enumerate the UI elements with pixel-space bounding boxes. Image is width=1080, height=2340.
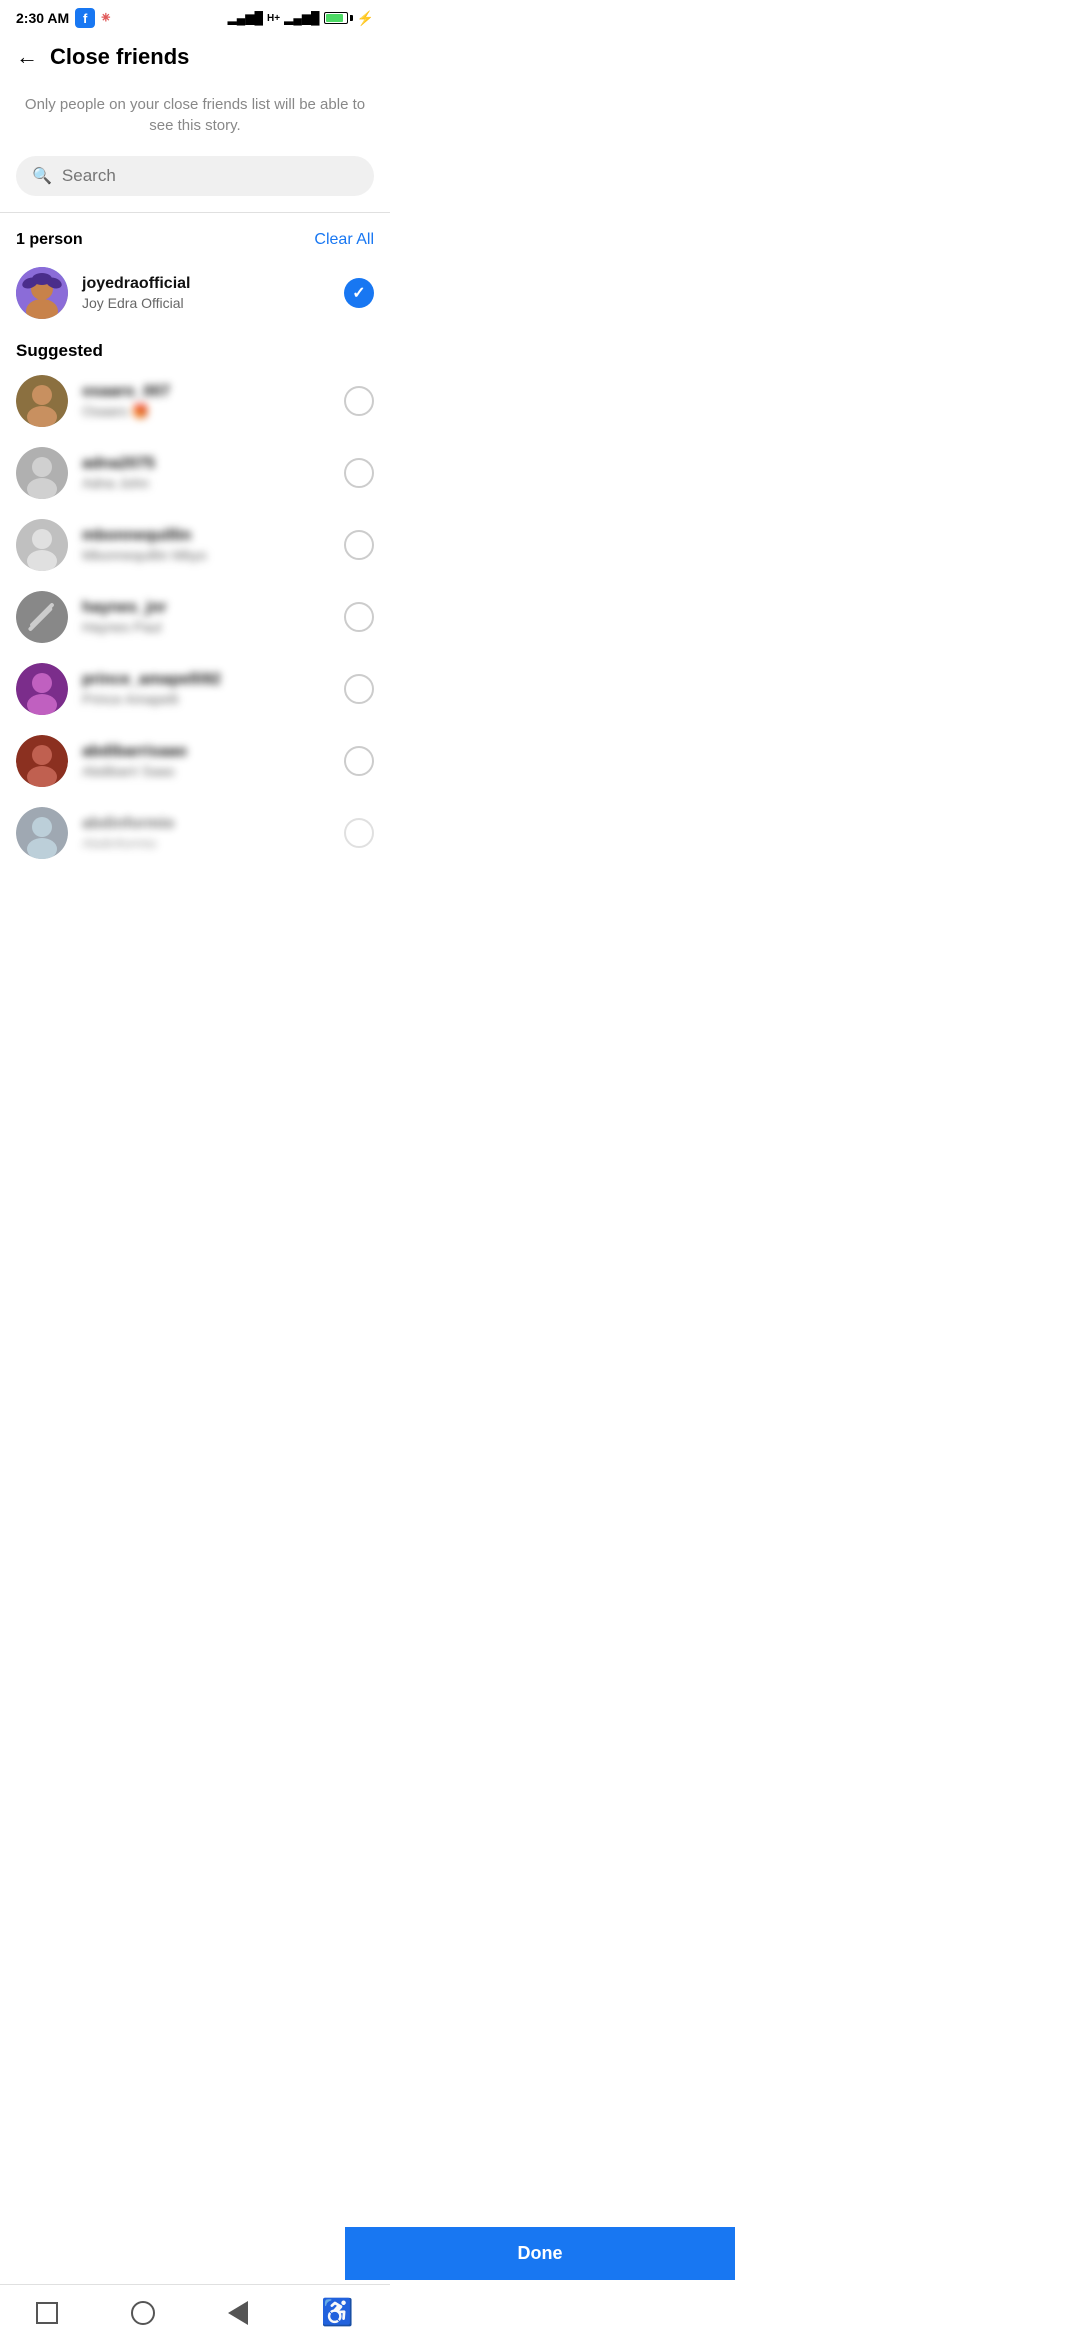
page-title: Close friends (50, 44, 189, 70)
person-info: abdibarrisaao Abdibarri Saao (82, 743, 344, 779)
scroll-area: 1 person Clear All joyedraofficial Joy E… (0, 221, 390, 999)
person-display-name: Joy Edra Official (82, 295, 344, 311)
hplus-icon: H+ (267, 13, 280, 24)
bottom-nav: ♿ (0, 2284, 390, 2340)
avatar (16, 267, 68, 319)
square-icon (36, 2302, 58, 2324)
person-info: adna2075 Adna John (82, 455, 344, 491)
status-right-icons: ▂▄▆█ H+ ▂▄▆█ ⚡ (228, 10, 374, 27)
search-input[interactable] (62, 166, 358, 186)
person-display-name: Haynes Paul (82, 619, 344, 635)
person-info: mbonnequillin Mbonnequillin Mbyo (82, 527, 344, 563)
person-display-name: Adna John (82, 475, 344, 491)
suggested-person-item[interactable]: haynes_jnr Haynes Paul (0, 581, 390, 653)
status-bar: 2:30 AM f ⁕ ▂▄▆█ H+ ▂▄▆█ ⚡ (0, 0, 390, 32)
person-info: osaaro_007 Osaaro 🎁 (82, 383, 344, 420)
person-display-name: Abdinformio (82, 835, 344, 851)
person-display-name: Mbonnequillin Mbyo (82, 547, 344, 563)
clear-all-button[interactable]: Clear All (314, 231, 374, 249)
signal-icon: ▂▄▆█ (228, 11, 263, 25)
selected-section-header: 1 person Clear All (0, 221, 390, 257)
person-username: haynes_jnr (82, 599, 344, 617)
checkbox-empty[interactable] (344, 386, 374, 416)
person-username: abdibarrisaao (82, 743, 344, 761)
circle-icon (131, 2301, 155, 2325)
dots-icon: ⁕ (99, 8, 112, 28)
battery-icon (324, 12, 353, 24)
nav-square-button[interactable] (36, 2302, 58, 2324)
avatar (16, 447, 68, 499)
signal2-icon: ▂▄▆█ (284, 11, 319, 25)
selected-person-item[interactable]: joyedraofficial Joy Edra Official (0, 257, 390, 329)
suggested-person-item[interactable]: adna2075 Adna John (0, 437, 390, 509)
avatar (16, 519, 68, 571)
suggested-person-item[interactable]: osaaro_007 Osaaro 🎁 (0, 365, 390, 437)
search-container: 🔍 (0, 156, 390, 212)
search-icon: 🔍 (32, 166, 52, 186)
avatar (16, 807, 68, 859)
done-button[interactable]: Done (345, 2227, 735, 2280)
selected-count: 1 person (16, 231, 83, 249)
checkbox-empty[interactable] (344, 746, 374, 776)
accessibility-icon: ♿ (321, 2297, 353, 2328)
checkbox-empty[interactable] (344, 602, 374, 632)
charging-icon: ⚡ (357, 10, 374, 27)
app-icons: f ⁕ (75, 8, 112, 28)
facebook-icon: f (75, 8, 95, 28)
divider (0, 212, 390, 213)
nav-back-button[interactable] (228, 2301, 248, 2325)
nav-accessibility-button[interactable]: ♿ (321, 2297, 353, 2328)
header: ← Close friends (0, 32, 390, 78)
checkbox-empty[interactable] (344, 458, 374, 488)
person-info: abdinformio Abdinformio (82, 815, 344, 851)
checkbox-empty[interactable] (344, 674, 374, 704)
person-display-name: Prince Amapelli (82, 691, 344, 707)
person-username: mbonnequillin (82, 527, 344, 545)
back-triangle-icon (228, 2301, 248, 2325)
suggested-person-item[interactable]: mbonnequillin Mbonnequillin Mbyo (0, 509, 390, 581)
suggested-person-item[interactable]: prince_amapelli92 Prince Amapelli (0, 653, 390, 725)
status-time: 2:30 AM (16, 10, 69, 26)
person-display-name: Osaaro 🎁 (82, 403, 344, 420)
person-username: joyedraofficial (82, 275, 344, 293)
suggested-person-item[interactable]: abdinformio Abdinformio (0, 797, 390, 869)
avatar (16, 663, 68, 715)
checkbox-empty[interactable] (344, 818, 374, 848)
suggested-label: Suggested (0, 329, 390, 365)
person-username: adna2075 (82, 455, 344, 473)
checkbox-empty[interactable] (344, 530, 374, 560)
avatar (16, 375, 68, 427)
person-username: prince_amapelli92 (82, 671, 344, 689)
person-info: joyedraofficial Joy Edra Official (82, 275, 344, 311)
avatar (16, 735, 68, 787)
suggested-person-item[interactable]: abdibarrisaao Abdibarri Saao (0, 725, 390, 797)
person-username: abdinformio (82, 815, 344, 833)
back-button[interactable]: ← (16, 44, 38, 70)
person-info: prince_amapelli92 Prince Amapelli (82, 671, 344, 707)
subtitle-text: Only people on your close friends list w… (0, 78, 390, 156)
checkbox-checked[interactable] (344, 278, 374, 308)
nav-home-button[interactable] (131, 2301, 155, 2325)
person-username: osaaro_007 (82, 383, 344, 401)
search-bar[interactable]: 🔍 (16, 156, 374, 196)
person-display-name: Abdibarri Saao (82, 763, 344, 779)
avatar (16, 591, 68, 643)
person-info: haynes_jnr Haynes Paul (82, 599, 344, 635)
